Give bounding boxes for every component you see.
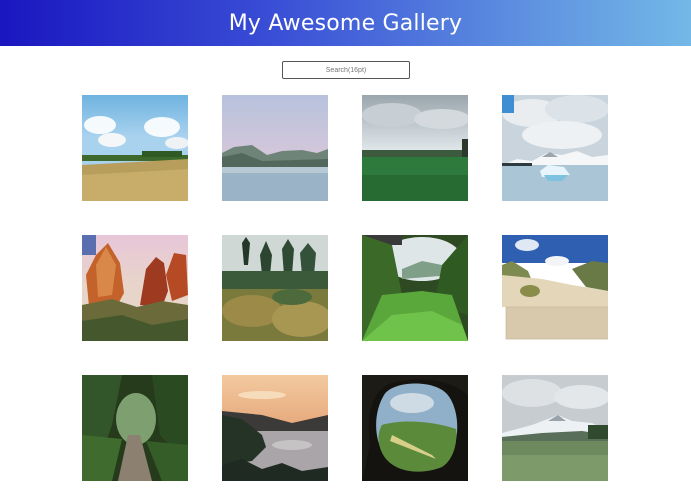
shrubland-image [222,235,328,341]
canyon-rocks-image [82,235,188,341]
gallery-item-snowy-mountain[interactable] [502,375,608,481]
iceberg-lake-image [502,95,608,201]
gallery-item-valley[interactable] [362,235,468,341]
gallery-item-forest-path[interactable] [82,375,188,481]
beach-dunes-image [502,235,608,340]
cave-view-image [362,375,468,481]
sunset-coast-image [222,375,328,481]
gallery-item-cave[interactable] [362,375,468,481]
lake-with-mountains-image [222,95,328,201]
gallery-item-lake[interactable] [222,95,328,201]
gallery-item-field[interactable] [82,95,188,201]
field-with-sky-image [82,95,188,201]
image-gallery [0,0,691,500]
snowy-mountain-meadow-image [502,375,608,481]
gallery-item-shrubland[interactable] [222,235,328,341]
forest-path-image [82,375,188,481]
gallery-item-canyon[interactable] [82,235,188,341]
green-meadow-image [362,95,468,201]
gallery-item-meadow[interactable] [362,95,468,201]
gallery-item-beach[interactable] [502,235,608,340]
gallery-item-iceberg[interactable] [502,95,608,201]
gallery-item-sunset-coast[interactable] [222,375,328,481]
green-valley-image [362,235,468,341]
